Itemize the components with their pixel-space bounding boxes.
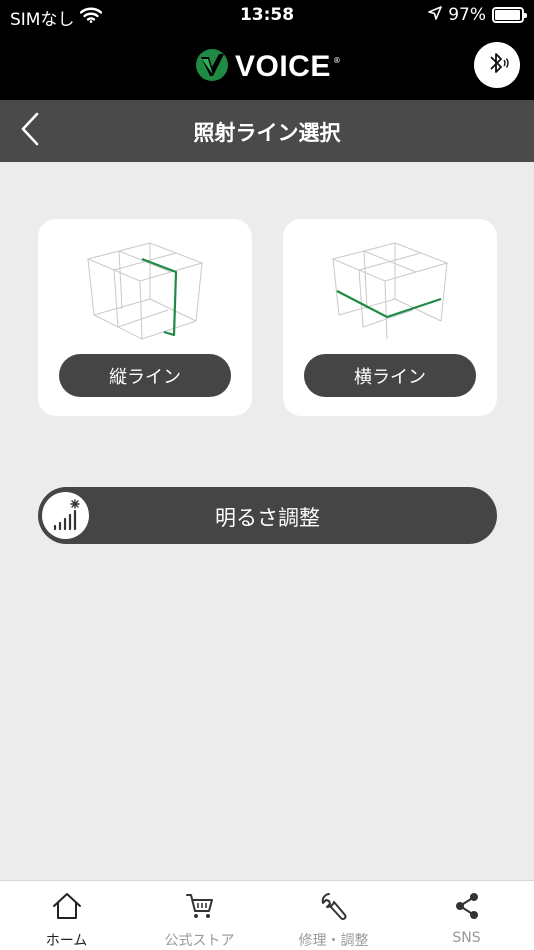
status-bar: SIMなし 13:58 97% [0,0,534,32]
horizontal-line-button[interactable]: 横ライン [304,354,476,397]
bottom-tab-bar: ホーム 公式ストア 修理・調整 SNS [0,880,534,950]
horizontal-line-cube-icon [331,242,449,340]
title-bar: 照射ライン選択 [0,100,534,162]
voice-logo-mark-icon [195,48,229,86]
logo-registered-mark: ® [332,55,341,65]
bluetooth-icon [483,49,511,81]
brightness-label: 明るさ調整 [215,506,320,530]
tab-store[interactable]: 公式ストア [133,881,266,950]
voice-logo: VOICE ® [195,48,341,86]
vertical-line-card[interactable]: 縦ライン [38,219,252,416]
brightness-adjust-button[interactable]: 明るさ調整 [38,487,497,544]
tab-repair[interactable]: 修理・調整 [267,881,400,950]
cart-icon [184,890,216,922]
brand-bar: VOICE ® [0,32,534,100]
battery-icon [492,7,527,23]
vertical-line-cube-icon [86,242,204,340]
tab-sns-label: SNS [452,930,481,946]
bluetooth-button[interactable] [474,42,520,88]
share-icon [451,890,483,922]
horizontal-line-label: 横ライン [354,366,426,388]
tab-home[interactable]: ホーム [0,881,133,950]
page-title: 照射ライン選択 [193,121,341,145]
battery-percent: 97% [448,5,486,25]
logo-text: VOICE [235,50,331,83]
battery-level [495,10,521,20]
tab-repair-label: 修理・調整 [298,933,369,949]
location-arrow-icon [428,5,443,25]
wrench-icon [318,890,350,922]
tab-sns[interactable]: SNS [400,881,533,950]
home-icon [51,890,83,922]
vertical-line-button[interactable]: 縦ライン [59,354,231,397]
vertical-line-label: 縦ライン [109,366,181,388]
status-right: 97% [428,5,527,25]
tab-store-label: 公式ストア [164,933,235,949]
horizontal-line-card[interactable]: 横ライン [283,219,497,416]
tab-home-label: ホーム [45,933,88,949]
